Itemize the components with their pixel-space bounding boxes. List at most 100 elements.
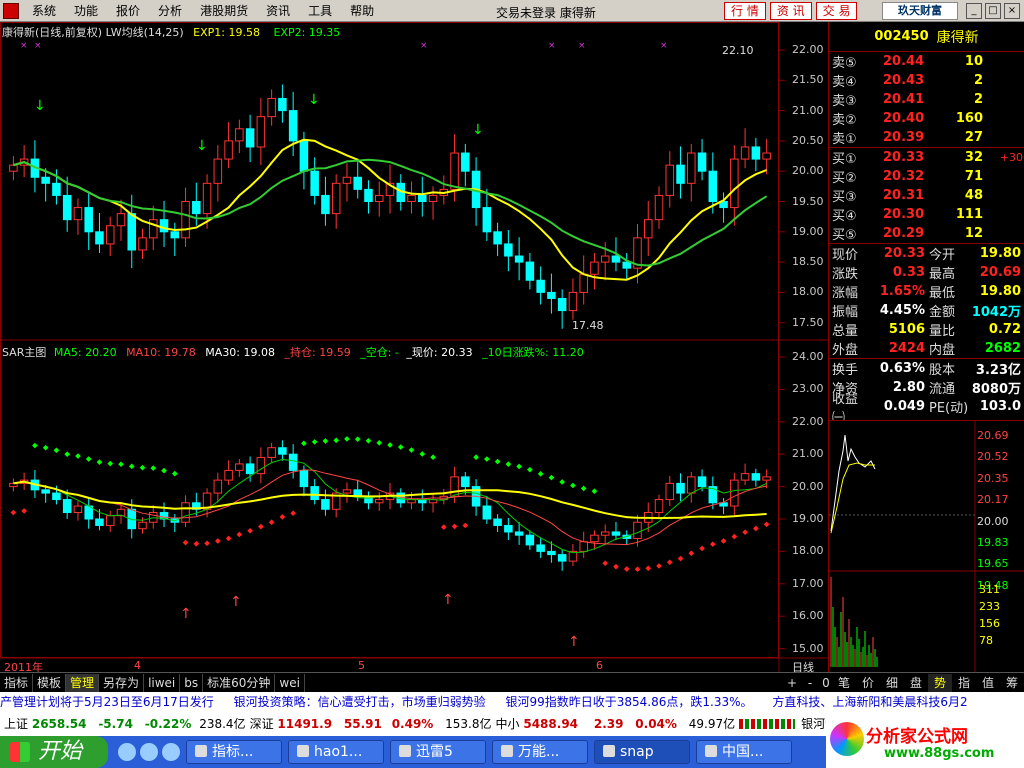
menu-tools[interactable]: 工具 [299,2,341,19]
price-axis-label: 21.50 [792,73,824,87]
down-arrow-icon: ↓ [308,92,320,108]
menu-quote[interactable]: 报价 [107,2,149,19]
news-ticker[interactable]: 产管理计划将于5月23日至6月17日发行 银河投资策略：信心遭受打击，市场重归弱… [0,692,1024,712]
right-tab[interactable]: 价 [856,674,880,692]
sell-order-row[interactable]: 卖④ 20.43 2 [829,71,1024,90]
minimize-icon[interactable]: _ [966,3,982,19]
price-axis-label: 16.00 [792,609,824,623]
ticker-item[interactable]: 银河投资策略：信心遭受打击，市场重归弱势验 [234,695,486,709]
quote-button[interactable]: 行 情 [724,2,766,20]
buy-order-row[interactable]: 买② 20.32 71 [829,167,1024,186]
up-arrow-icon: ↑ [568,634,580,650]
sar-dot [645,565,652,572]
intraday-mini-chart[interactable]: 20.69 20.52 20.35 20.17 20.00 19.83 19.65 19.48… [828,420,1024,673]
right-tab[interactable]: 笔 [832,674,856,692]
tab-bs[interactable]: bs [180,673,204,692]
candle-body [461,152,470,172]
tab-indicator[interactable]: 指标 [0,673,34,692]
right-tab[interactable]: 值 [976,674,1000,692]
media-icon[interactable] [162,743,180,761]
right-tab[interactable]: 盘 [904,674,928,692]
task-indicator[interactable]: 指标... [186,740,282,764]
buy-order-row[interactable]: 买⑤ 20.29 12 [829,224,1024,243]
candle-body [105,515,115,526]
menu-hk-futures[interactable]: 港股期货 [191,2,257,19]
up-arrow-icon: ↑ [230,594,242,610]
sell-order-row[interactable]: 卖③ 20.41 2 [829,90,1024,109]
task-universal[interactable]: 万能... [492,740,588,764]
candle-body [288,453,298,471]
kline-indicator: LW均线(14,25) [105,26,184,39]
menu-system[interactable]: 系统 [23,2,65,19]
info-button[interactable]: 资 讯 [769,2,812,20]
start-button[interactable]: 开始 [0,736,108,768]
close-icon[interactable]: × [1004,3,1020,19]
tab-manage[interactable]: 管理 [66,673,100,692]
right-tab[interactable]: 细 [880,674,904,692]
tab-template[interactable]: 模板 [33,673,67,692]
task-hao1[interactable]: hao1... [288,740,384,764]
stat-row: 换手 0.63% 股本 3.23亿 [829,359,1024,378]
menu-function[interactable]: 功能 [65,2,107,19]
buy-order-row[interactable]: 买④ 20.30 111 [829,205,1024,224]
stat-value: 19.80 [979,284,1021,299]
right-tab[interactable]: 筹 [1000,674,1024,692]
right-tab[interactable]: 势 [928,674,952,692]
index-shenzhen[interactable]: 深证 11491.9 55.91 0.49% 153.8亿 [250,712,492,736]
candle-body [493,518,502,526]
candle-body [9,164,18,172]
tab-save-as[interactable]: 另存为 [99,673,145,692]
right-tab[interactable]: - [802,674,818,692]
task-snap[interactable]: snap [594,740,690,764]
sell-order-row[interactable]: 卖① 20.39 27 [829,128,1024,147]
candle-body [342,489,352,494]
right-tab[interactable]: + [784,674,800,692]
candle-body [127,213,137,251]
trade-button[interactable]: 交 易 [815,2,858,20]
candle-body [310,170,319,196]
candle-body [751,146,761,160]
buy-order-row[interactable]: 买① 20.33 32 +30 [829,148,1024,167]
ticker-item[interactable]: 产管理计划将于5月23日至6月17日发行 [0,695,214,709]
tab-liwei[interactable]: liwei [144,673,181,692]
menu-help[interactable]: 帮助 [341,2,383,19]
order-volume: 111 [955,207,983,222]
empty-value: _空仓: - [360,346,399,359]
sell-order-row[interactable]: 卖② 20.40 160 [829,109,1024,128]
tab-standard-60min[interactable]: 标准60分钟 [203,673,276,692]
sar-dot [440,524,447,530]
event-marker-icon: × [20,41,28,51]
sar-dot [548,474,555,481]
desktop-icon[interactable] [140,743,158,761]
sell-order-row[interactable]: 卖⑤ 20.44 10 [829,52,1024,71]
buy-order-row[interactable]: 买③ 20.31 48 [829,186,1024,205]
candle-body [62,194,72,221]
task-china[interactable]: 中国... [696,740,792,764]
menu-analysis[interactable]: 分析 [149,2,191,19]
maximize-icon[interactable]: □ [985,3,1001,19]
stat-label: 振幅 [832,305,859,320]
price-axis-label: 18.00 [792,544,824,558]
ticker-item[interactable]: 方直科技、上海新阳和美晨科技6月2 [772,695,967,709]
index-value: 5488.94 [523,717,579,731]
sar-dot [387,442,393,448]
right-tab[interactable]: 指 [952,674,976,692]
ticker-item[interactable]: 银河99指数昨日收于3854.86点，跌1.33%。 [505,695,752,709]
menu-info[interactable]: 资讯 [257,2,299,19]
candle-body [364,188,373,203]
ie-icon[interactable] [118,743,136,761]
order-price: 20.29 [883,226,925,241]
task-xunlei[interactable]: 迅雷5 [390,740,486,764]
site-watermark: 分析家公式网 www.88gs.com [826,716,1024,768]
candle-body [353,176,362,190]
index-shanghai[interactable]: 上证 2658.54 -5.74 -0.22% 238.4亿 [0,712,246,736]
browser-icon [705,745,717,757]
tab-wei[interactable]: wei [275,673,305,692]
exp1-value: EXP1: 19.58 [193,26,260,39]
index-smallcap[interactable]: 中小 5488.94 2.39 0.04% 49.97亿 [496,712,736,736]
chart-area[interactable]: ↓ ↓ ↓ ↓ ↑ ↑ ↑ ↑ × × × × × × 康得新(日线,前复权) LW均线(14,25) E… [0,22,828,674]
candle-body [41,176,50,184]
kline-title: 康得新(日线,前复权) [2,26,103,39]
stat-value: 4.45% [879,303,925,318]
candle-body [557,297,567,312]
